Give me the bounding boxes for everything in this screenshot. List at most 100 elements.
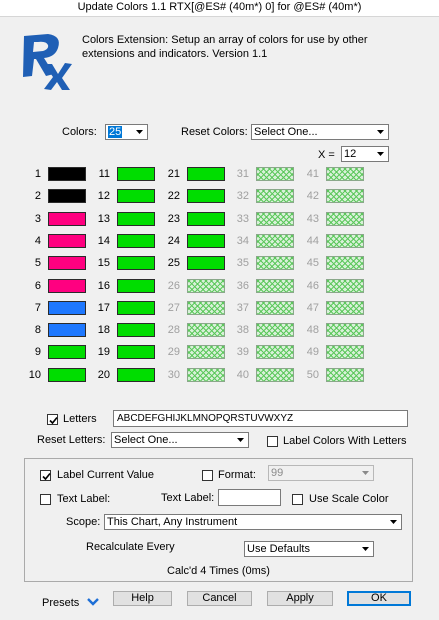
color-swatch-24[interactable] xyxy=(187,234,225,248)
swatch-number: 6 xyxy=(34,280,41,292)
swatch-number: 8 xyxy=(34,324,41,336)
swatch-number: 46 xyxy=(306,280,319,292)
apply-button[interactable]: Apply xyxy=(267,591,333,606)
label-current-value-checkbox[interactable] xyxy=(40,470,51,481)
text-label-input[interactable] xyxy=(218,489,281,506)
ok-button[interactable]: OK xyxy=(347,591,411,606)
extension-description: Colors Extension: Setup an array of colo… xyxy=(82,34,368,60)
format-select[interactable]: 99 xyxy=(268,465,374,481)
presets-label[interactable]: Presets xyxy=(42,597,79,610)
swatch-number: 34 xyxy=(236,235,249,247)
swatch-number: 4 xyxy=(34,235,41,247)
label-colors-with-letters-checkbox[interactable] xyxy=(267,436,278,447)
letters-input[interactable]: ABCDEFGHIJKLMNOPQRSTUVWXYZ xyxy=(113,410,408,427)
color-swatch-2[interactable] xyxy=(48,189,86,203)
recalculate-label: Recalculate Every xyxy=(86,541,175,553)
swatch-number: 40 xyxy=(236,369,249,381)
color-swatch-39 xyxy=(256,345,294,359)
swatch-number: 31 xyxy=(236,168,249,180)
swatch-number: 37 xyxy=(236,302,249,314)
colors-label: Colors: xyxy=(62,126,97,138)
color-swatch-1[interactable] xyxy=(48,167,86,181)
color-swatch-19[interactable] xyxy=(117,345,155,359)
swatch-number: 25 xyxy=(167,257,180,269)
color-swatch-13[interactable] xyxy=(117,212,155,226)
color-swatch-29 xyxy=(187,345,225,359)
color-swatch-14[interactable] xyxy=(117,234,155,248)
swatch-number: 48 xyxy=(306,324,319,336)
color-swatch-45 xyxy=(326,256,364,270)
color-swatch-26 xyxy=(187,279,225,293)
color-swatch-22[interactable] xyxy=(187,189,225,203)
help-button[interactable]: Help xyxy=(113,591,172,606)
chevron-down-icon xyxy=(359,543,372,555)
colors-count-select[interactable]: 25 xyxy=(105,124,148,140)
color-swatch-48 xyxy=(326,323,364,337)
chevron-down-icon xyxy=(387,516,400,528)
color-swatch-27 xyxy=(187,301,225,315)
rtx-logo xyxy=(18,30,72,90)
recalculate-select[interactable]: Use Defaults xyxy=(244,541,374,557)
color-swatch-21[interactable] xyxy=(187,167,225,181)
color-swatch-44 xyxy=(326,234,364,248)
color-swatch-37 xyxy=(256,301,294,315)
color-swatch-32 xyxy=(256,189,294,203)
colors-count-value: 25 xyxy=(108,126,123,138)
swatch-number: 12 xyxy=(97,190,110,202)
color-swatch-23[interactable] xyxy=(187,212,225,226)
swatch-number: 43 xyxy=(306,213,319,225)
recalculate-value: Use Defaults xyxy=(247,543,310,555)
chevron-down-icon xyxy=(359,467,372,479)
swatch-number: 13 xyxy=(97,213,110,225)
swatch-number: 33 xyxy=(236,213,249,225)
use-scale-color-checkbox[interactable] xyxy=(292,494,303,505)
color-swatch-6[interactable] xyxy=(48,279,86,293)
color-swatch-5[interactable] xyxy=(48,256,86,270)
color-swatch-9[interactable] xyxy=(48,345,86,359)
format-value: 99 xyxy=(271,467,284,479)
swatch-number: 20 xyxy=(97,369,110,381)
color-swatch-15[interactable] xyxy=(117,256,155,270)
color-swatch-4[interactable] xyxy=(48,234,86,248)
reset-letters-value: Select One... xyxy=(114,434,178,446)
color-swatch-7[interactable] xyxy=(48,301,86,315)
use-scale-color-label: Use Scale Color xyxy=(309,493,389,505)
color-swatch-25[interactable] xyxy=(187,256,225,270)
scope-value: This Chart, Any Instrument xyxy=(107,516,238,528)
color-swatch-40 xyxy=(256,368,294,382)
swatch-number: 50 xyxy=(306,369,319,381)
color-swatch-11[interactable] xyxy=(117,167,155,181)
x-select[interactable]: 12 xyxy=(341,146,389,162)
text-label-checkbox[interactable] xyxy=(40,494,51,505)
swatch-number: 17 xyxy=(97,302,110,314)
x-label: X = xyxy=(318,149,335,161)
color-swatch-20[interactable] xyxy=(117,368,155,382)
chevron-down-icon[interactable] xyxy=(86,596,100,608)
swatch-number: 19 xyxy=(97,346,110,358)
color-swatch-33 xyxy=(256,212,294,226)
reset-letters-select[interactable]: Select One... xyxy=(111,432,249,448)
format-checkbox[interactable] xyxy=(202,470,213,481)
swatch-number: 30 xyxy=(167,369,180,381)
swatch-number: 15 xyxy=(97,257,110,269)
color-swatch-10[interactable] xyxy=(48,368,86,382)
swatch-number: 29 xyxy=(167,346,180,358)
letters-checkbox[interactable] xyxy=(47,414,58,425)
cancel-button[interactable]: Cancel xyxy=(187,591,252,606)
color-swatch-12[interactable] xyxy=(117,189,155,203)
color-swatch-3[interactable] xyxy=(48,212,86,226)
color-swatch-18[interactable] xyxy=(117,323,155,337)
color-swatch-17[interactable] xyxy=(117,301,155,315)
chevron-down-icon xyxy=(374,126,387,138)
scope-select[interactable]: This Chart, Any Instrument xyxy=(104,514,402,530)
color-swatch-8[interactable] xyxy=(48,323,86,337)
swatch-number: 9 xyxy=(34,346,41,358)
reset-letters-label: Reset Letters: xyxy=(37,434,106,446)
color-swatch-41 xyxy=(326,167,364,181)
color-swatch-43 xyxy=(326,212,364,226)
reset-colors-select[interactable]: Select One... xyxy=(251,124,389,140)
label-colors-with-letters-label: Label Colors With Letters xyxy=(283,435,407,447)
reset-colors-label: Reset Colors: xyxy=(181,126,248,138)
color-swatch-16[interactable] xyxy=(117,279,155,293)
swatch-number: 32 xyxy=(236,190,249,202)
